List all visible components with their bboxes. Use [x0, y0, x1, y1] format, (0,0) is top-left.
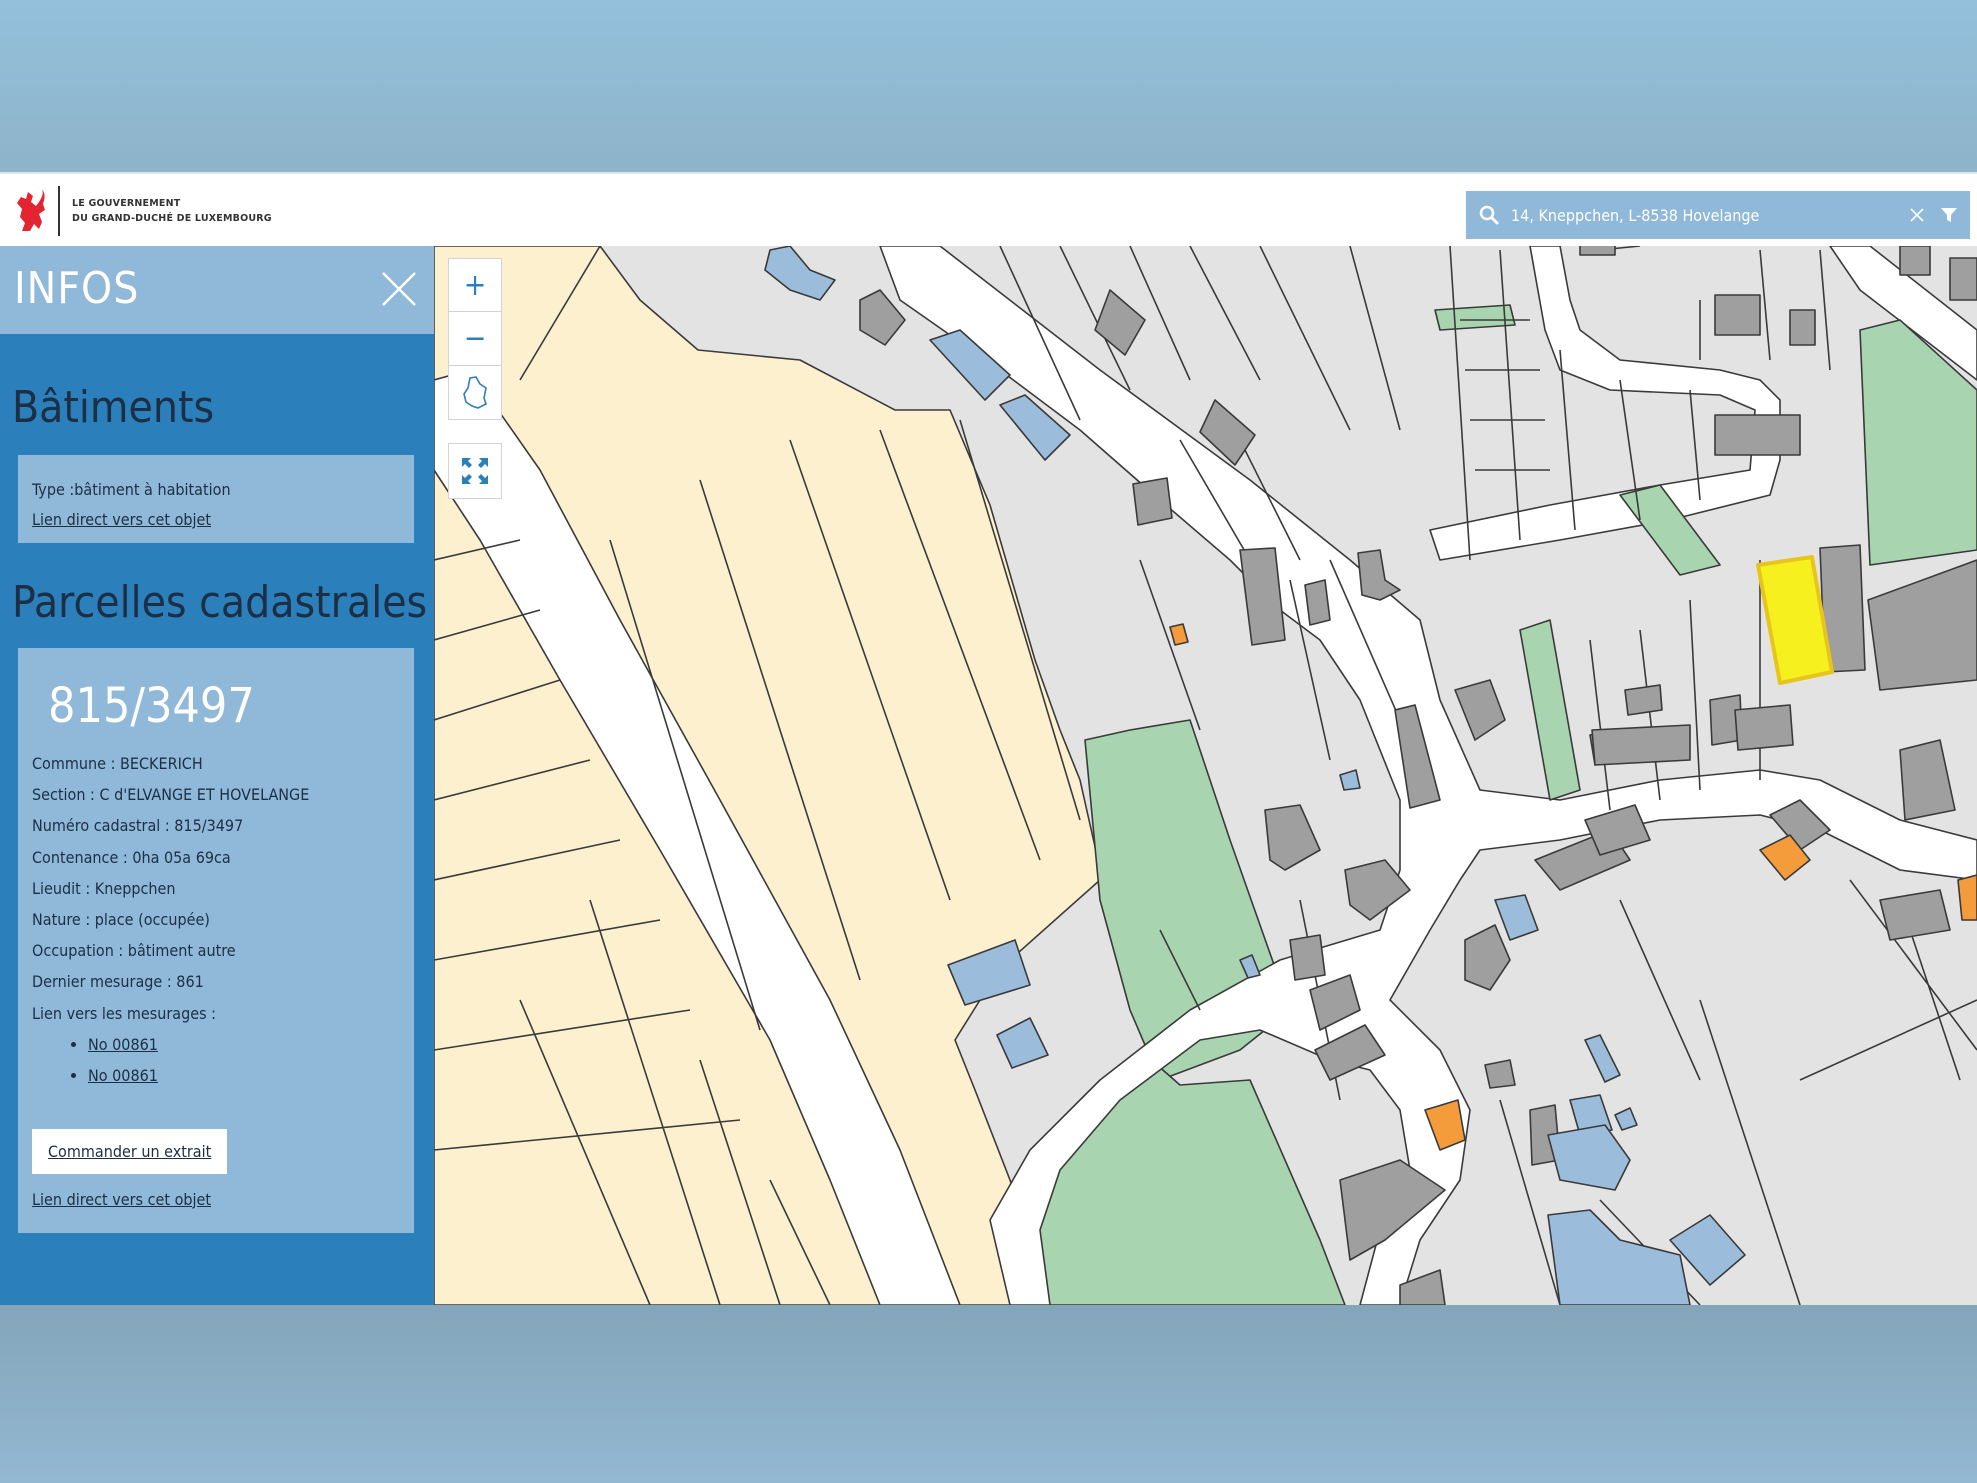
list-item: No 00861 — [88, 1029, 400, 1060]
batiments-card: Type :bâtiment à habitation Lien direct … — [18, 455, 414, 543]
parcelle-card: 815/3497 Commune : BECKERICH Section : C… — [18, 648, 414, 1233]
parcel-occupation: Occupation : bâtiment autre — [32, 941, 236, 961]
info-panel-title: INFOS — [14, 263, 140, 314]
logo-divider — [58, 186, 60, 236]
parcel-direct-link[interactable]: Lien direct vers cet objet — [32, 1190, 400, 1209]
logo-text: LE GOUVERNEMENT DU GRAND-DUCHÉ DE LUXEMB… — [72, 196, 272, 226]
parcel-dernier-mesurage: Dernier mesurage : 861 — [32, 972, 204, 992]
fullscreen-icon — [462, 458, 488, 484]
info-panel-header: INFOS — [0, 246, 434, 334]
country-extent-button[interactable] — [448, 366, 502, 420]
luxembourg-icon — [463, 375, 487, 409]
parcel-contenance: Contenance : 0ha 05a 69ca — [32, 847, 231, 867]
info-panel: INFOS Bâtiments Type :bâtiment à habitat… — [0, 246, 434, 1305]
fullscreen-button[interactable] — [448, 443, 502, 499]
parcel-numero: Numéro cadastral : 815/3497 — [32, 816, 244, 836]
parcel-number: 815/3497 — [48, 678, 255, 734]
batiments-heading: Bâtiments — [12, 382, 215, 433]
mesurage-link-2[interactable]: No 00861 — [88, 1066, 158, 1085]
logo-line-1: LE GOUVERNEMENT — [72, 198, 181, 209]
parcelles-heading: Parcelles cadastrales — [12, 577, 428, 628]
filter-icon[interactable] — [1940, 206, 1958, 224]
zoom-out-button[interactable]: − — [448, 312, 502, 366]
batiment-direct-link[interactable]: Lien direct vers cet objet — [32, 510, 211, 529]
parcel-mesurages-label: Lien vers les mesurages : — [32, 1003, 217, 1023]
parcel-nature: Nature : place (occupée) — [32, 910, 210, 930]
mesurages-list: No 00861 No 00861 — [88, 1029, 400, 1091]
close-icon[interactable] — [380, 270, 418, 308]
search-input[interactable] — [1511, 205, 1908, 225]
clear-icon[interactable] — [1908, 206, 1926, 224]
list-item: No 00861 — [88, 1060, 400, 1091]
mesurage-link-1[interactable]: No 00861 — [88, 1035, 158, 1054]
search-bar — [1466, 191, 1970, 239]
cadastre-map[interactable]: + − — [434, 246, 1977, 1305]
batiment-type: Type :bâtiment à habitation — [32, 480, 231, 499]
government-logo[interactable]: LE GOUVERNEMENT DU GRAND-DUCHÉ DE LUXEMB… — [12, 186, 272, 236]
parcel-section: Section : C d'ELVANGE ET HOVELANGE — [32, 785, 310, 805]
zoom-in-button[interactable]: + — [448, 258, 502, 312]
header: LE GOUVERNEMENT DU GRAND-DUCHÉ DE LUXEMB… — [0, 172, 1977, 246]
application: LE GOUVERNEMENT DU GRAND-DUCHÉ DE LUXEMB… — [0, 172, 1977, 1305]
order-extract-button[interactable]: Commander un extrait — [32, 1128, 228, 1174]
parcel-lieudit: Lieudit : Kneppchen — [32, 878, 176, 898]
logo-line-2: DU GRAND-DUCHÉ DE LUXEMBOURG — [72, 213, 272, 224]
green-corner — [1434, 304, 1516, 331]
parcel-commune: Commune : BECKERICH — [32, 754, 203, 773]
lion-icon — [17, 189, 45, 231]
map-canvas[interactable] — [434, 246, 1977, 1305]
search-icon[interactable] — [1479, 205, 1499, 225]
